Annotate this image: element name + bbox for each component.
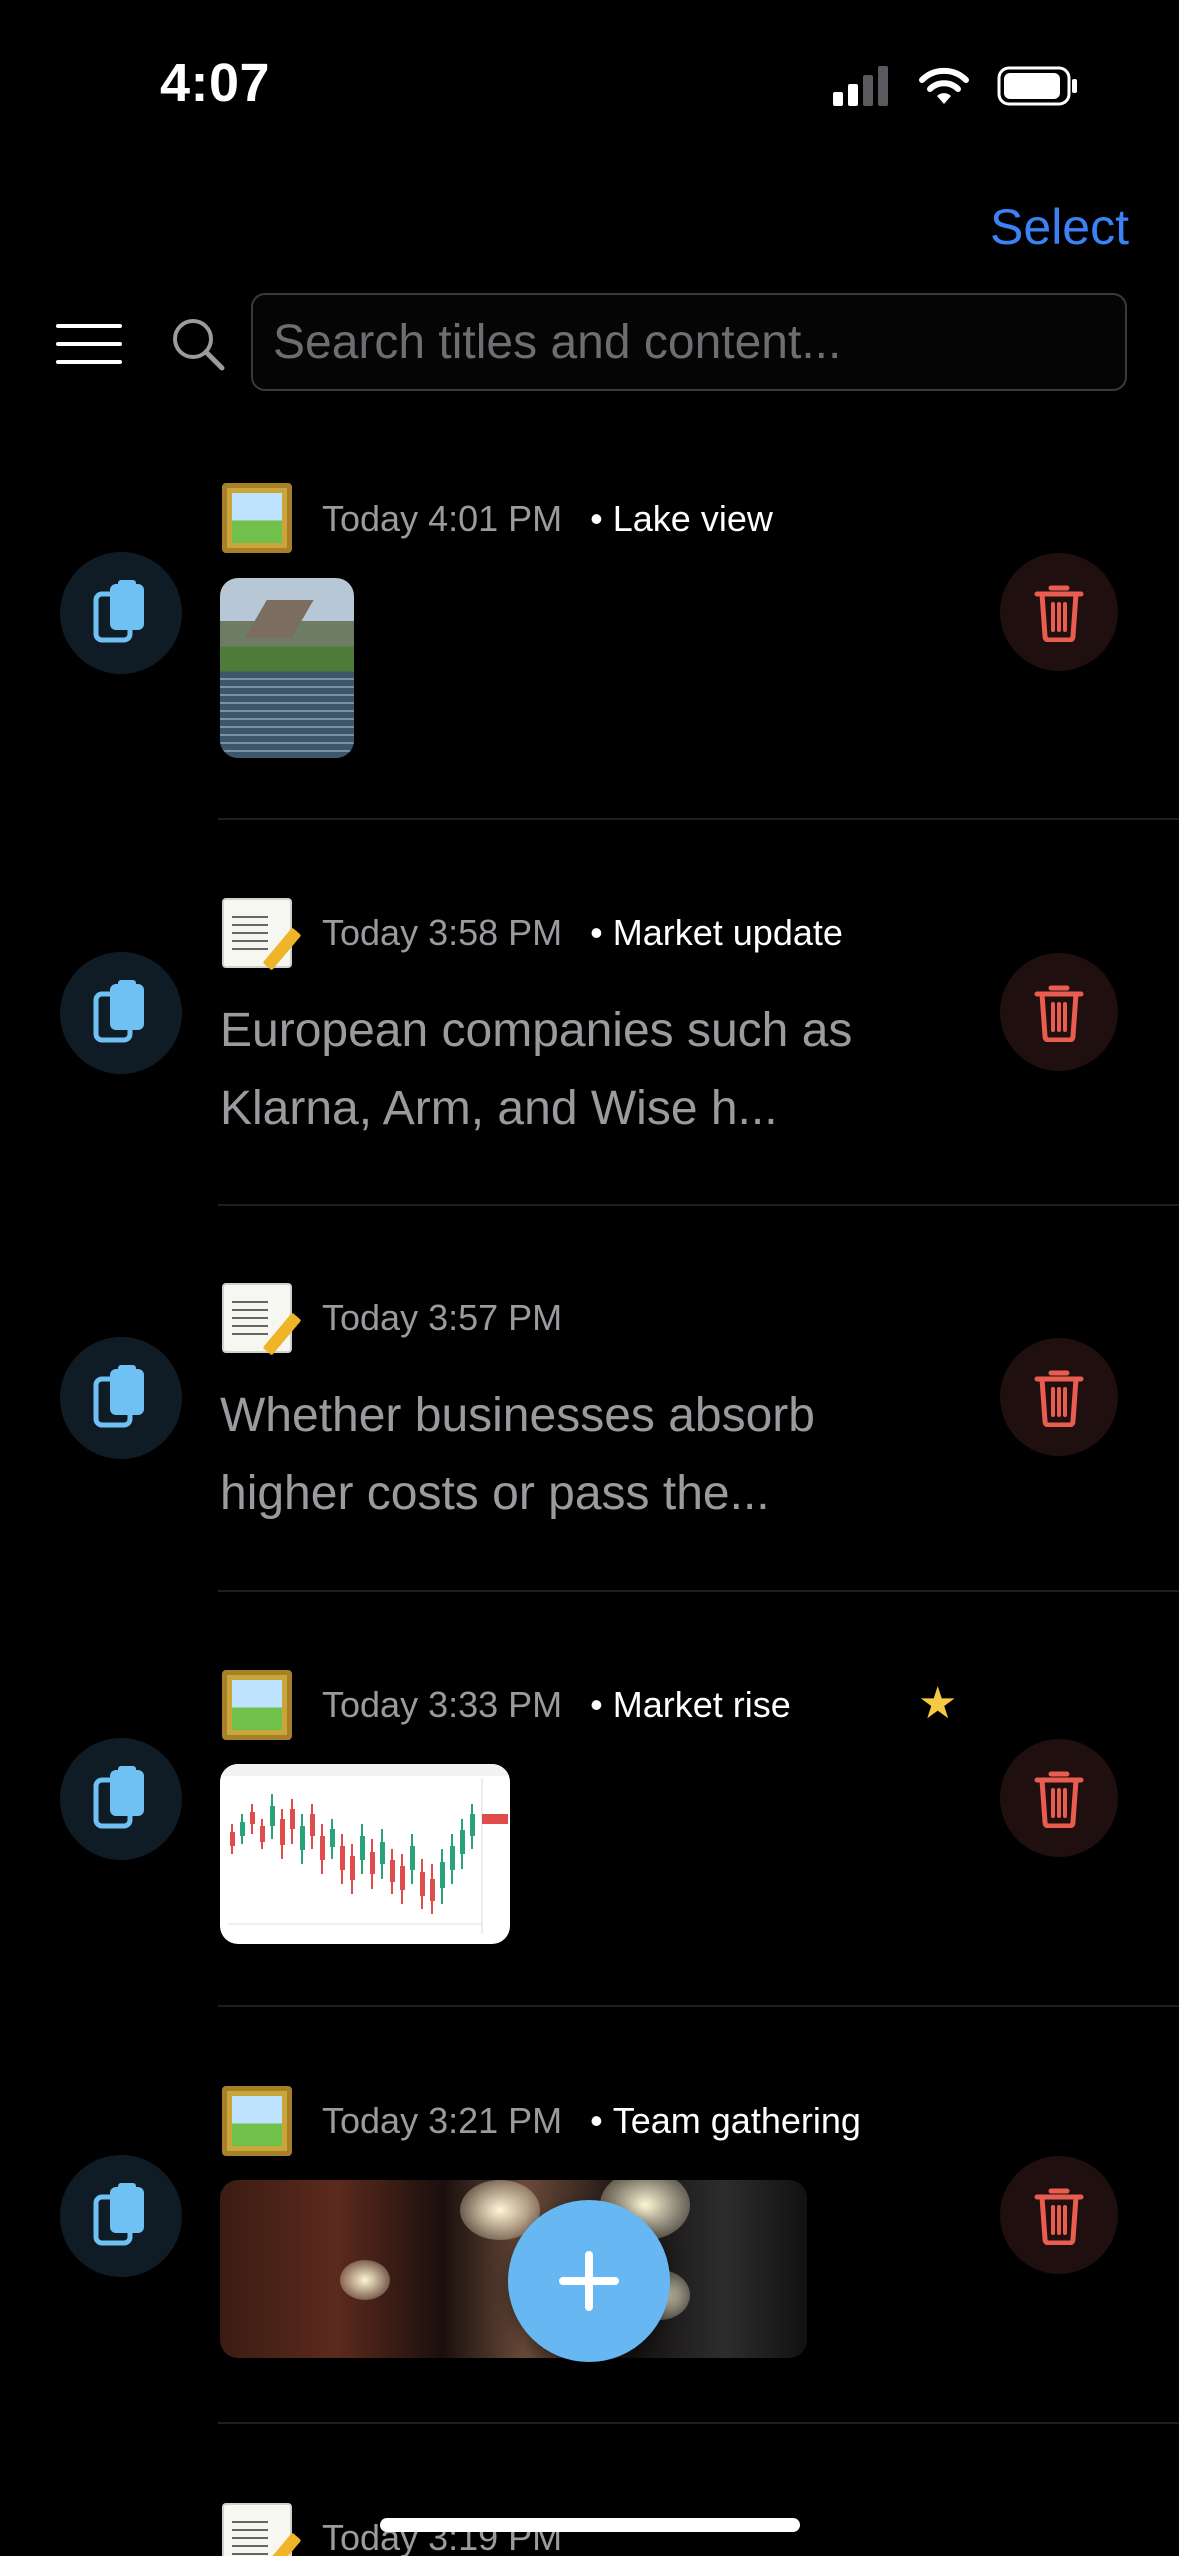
trash-icon (1034, 1370, 1084, 1427)
copy-button[interactable] (60, 2155, 182, 2277)
item-title: Team gathering (612, 2100, 861, 2141)
framed-picture-icon (222, 483, 292, 553)
plus-icon (559, 2251, 619, 2311)
item-snippet: European companies such as Klarna, Arm, … (220, 1004, 853, 1135)
memo-icon (222, 898, 302, 971)
item-title: Market update (612, 912, 843, 953)
star-icon[interactable]: ★ (918, 1678, 957, 1729)
divider (218, 2005, 1179, 2007)
home-indicator[interactable] (380, 2518, 800, 2532)
item-meta: Today 4:01 PM • Lake view (322, 498, 773, 540)
separator-dot: • (590, 498, 603, 539)
menu-icon[interactable] (56, 324, 122, 364)
copy-button[interactable] (60, 1738, 182, 1860)
delete-button[interactable] (1000, 553, 1118, 671)
list-item[interactable]: Today 3:58 PM • Market update European c… (0, 880, 1179, 1200)
cellular-signal-icon (833, 66, 888, 106)
select-button[interactable]: Select (990, 198, 1129, 256)
copy-icon (93, 580, 144, 643)
copy-icon (93, 2183, 144, 2246)
item-meta: Today 3:21 PM • Team gathering (322, 2100, 861, 2142)
image-thumbnail-lake (220, 578, 354, 758)
copy-icon (93, 1365, 144, 1428)
memo-icon (222, 2503, 302, 2556)
image-thumbnail-chart (220, 1764, 510, 1944)
item-timestamp: Today 3:57 PM (322, 1297, 563, 1338)
item-timestamp: Today 3:33 PM (322, 1684, 563, 1725)
divider (218, 2422, 1179, 2424)
item-title: Market rise (612, 1684, 791, 1725)
framed-picture-icon (222, 2086, 292, 2156)
search-input[interactable] (251, 293, 1127, 391)
wifi-icon (919, 67, 969, 104)
add-button[interactable] (508, 2200, 670, 2362)
copy-button[interactable] (60, 1337, 182, 1459)
item-meta: Today 3:57 PM (322, 1297, 562, 1339)
framed-picture-icon (222, 1670, 292, 1740)
trash-icon (1034, 2188, 1084, 2245)
status-time: 4:07 (160, 53, 271, 113)
item-timestamp: Today 4:01 PM (322, 498, 563, 539)
delete-button[interactable] (1000, 1338, 1118, 1456)
copy-icon (93, 1766, 144, 1829)
list-item[interactable]: Today 3:57 PM Whether businesses absorb … (0, 1265, 1179, 1585)
delete-button[interactable] (1000, 953, 1118, 1071)
item-title: Lake view (612, 498, 773, 539)
delete-button[interactable] (1000, 1739, 1118, 1857)
item-snippet: Whether businesses absorb higher costs o… (220, 1389, 815, 1520)
divider (218, 1590, 1179, 1592)
divider (218, 818, 1179, 820)
trash-icon (1034, 1771, 1084, 1828)
separator-dot: • (590, 1684, 603, 1725)
item-meta: Today 3:33 PM • Market rise (322, 1684, 791, 1726)
item-timestamp: Today 3:21 PM (322, 2100, 563, 2141)
separator-dot: • (590, 2100, 603, 2141)
copy-icon (93, 980, 144, 1043)
list-item[interactable]: Today 4:01 PM • Lake view (0, 470, 1179, 820)
copy-button[interactable] (60, 552, 182, 674)
delete-button[interactable] (1000, 2156, 1118, 2274)
divider (218, 1204, 1179, 1206)
separator-dot: • (590, 912, 603, 953)
battery-icon (997, 66, 1077, 106)
list-item[interactable]: Today 3:33 PM • Market rise ★ (0, 1652, 1179, 2002)
search-icon[interactable] (170, 316, 226, 372)
trash-icon (1034, 985, 1084, 1042)
memo-icon (222, 1283, 302, 1356)
copy-button[interactable] (60, 952, 182, 1074)
status-icons (831, 64, 1079, 108)
item-meta: Today 3:58 PM • Market update (322, 912, 843, 954)
item-timestamp: Today 3:58 PM (322, 912, 563, 953)
trash-icon (1034, 585, 1084, 642)
